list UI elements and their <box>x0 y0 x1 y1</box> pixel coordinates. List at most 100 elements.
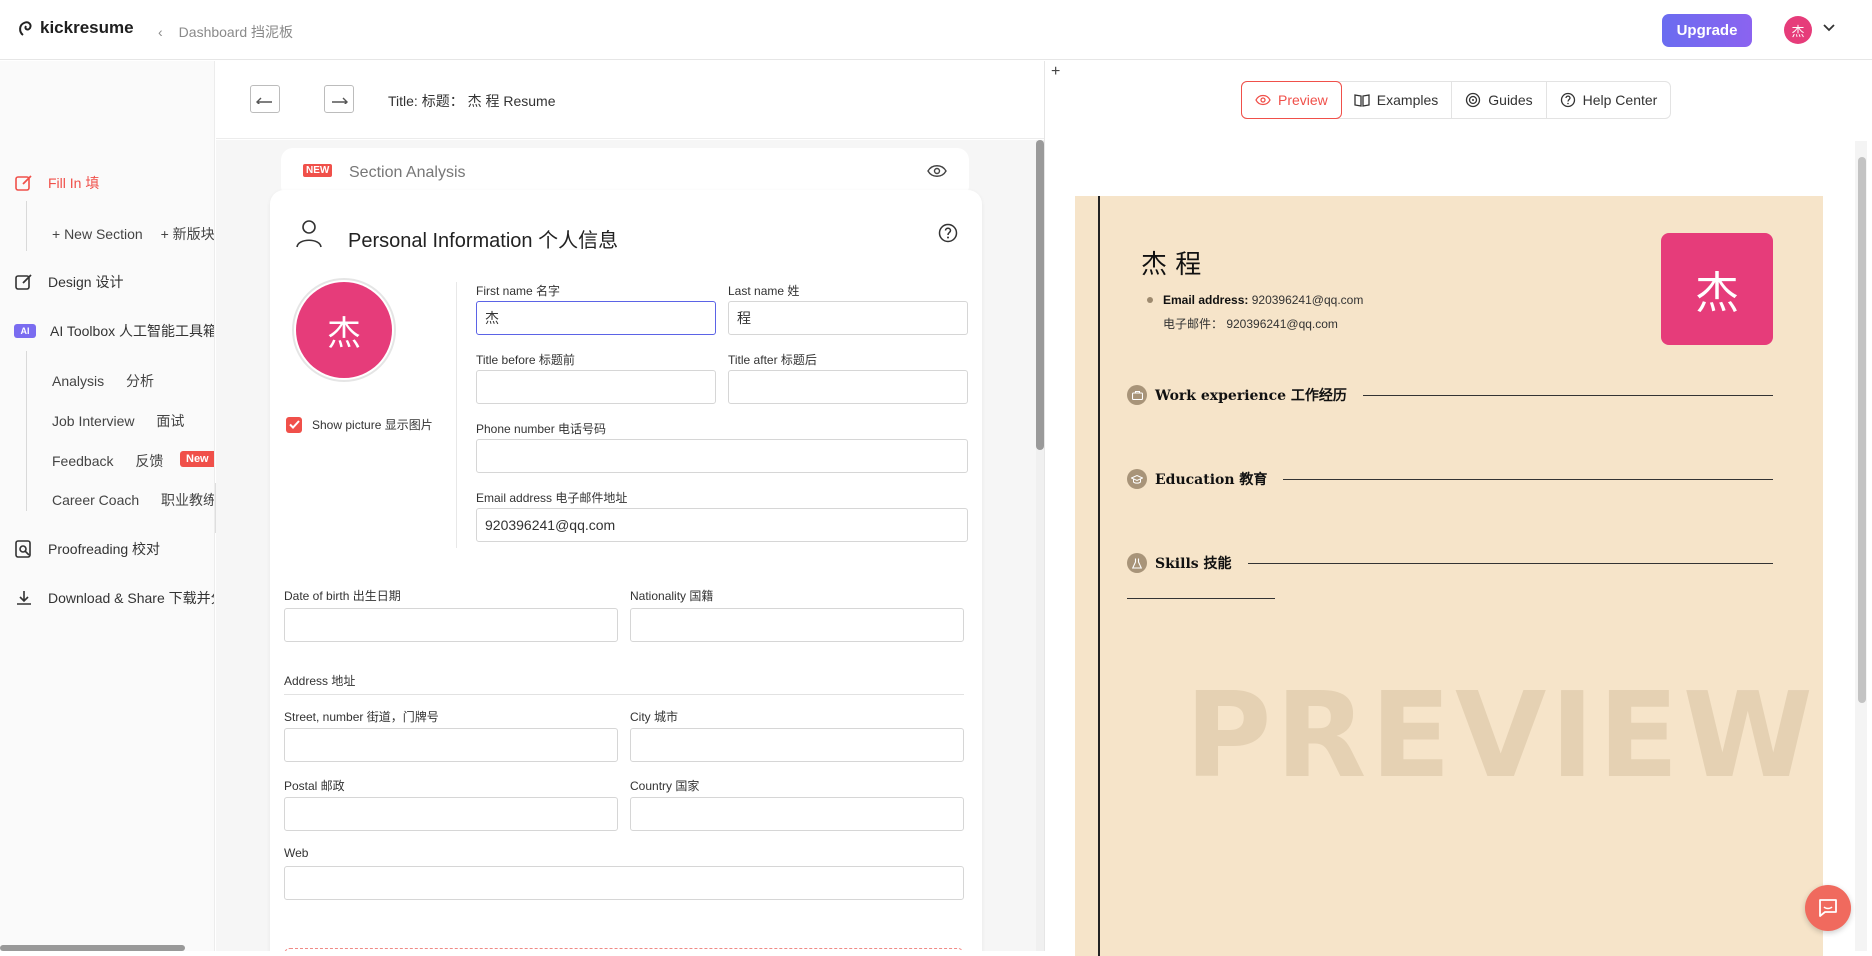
show-picture-checkbox[interactable]: Show picture 显示图片 <box>286 416 433 433</box>
profile-photo[interactable]: 杰 <box>292 278 396 382</box>
career-coach-label: Career Coach <box>52 492 140 508</box>
tab-label: Guides <box>1488 92 1533 108</box>
section-title: Education 教育 <box>1155 472 1268 488</box>
new-section-label: + New Section <box>52 226 143 242</box>
phone-label: Phone number 电话号码 <box>476 422 607 436</box>
card-title: Personal Information 个人信息 <box>348 230 619 252</box>
eye-icon <box>1255 94 1271 106</box>
sidebar-item-new-section[interactable]: + New Section + 新版块 <box>52 224 215 244</box>
country-field[interactable] <box>630 797 964 831</box>
resume-title[interactable]: Title: 标题： 杰 程 Resume <box>388 91 556 111</box>
section-analysis-label: Section Analysis <box>349 164 466 181</box>
sidebar-item-job-interview[interactable]: Job Interview 面试 <box>52 411 184 431</box>
chat-button[interactable] <box>1805 885 1851 931</box>
undo-button[interactable] <box>250 85 280 113</box>
show-picture-label: Show picture 显示图片 <box>312 418 433 432</box>
sidebar-item-design[interactable]: Design 设计 <box>14 272 123 292</box>
tab-preview[interactable]: Preview <box>1241 81 1342 119</box>
sidebar-item-fill-in[interactable]: Fill In 填 <box>14 173 99 193</box>
city-field[interactable] <box>630 728 964 762</box>
postal-field[interactable] <box>284 797 618 831</box>
ai-badge: AI <box>14 324 36 338</box>
tab-examples[interactable]: Examples <box>1341 82 1453 118</box>
resume-vertical-line <box>1098 196 1100 956</box>
last-name-field[interactable]: 程 <box>728 301 968 335</box>
help-icon[interactable] <box>938 223 958 243</box>
city-label: City 城市 <box>630 710 679 724</box>
breadcrumb-dashboard[interactable]: Dashboard 挡泥板 <box>179 22 293 42</box>
redo-button[interactable] <box>324 85 354 113</box>
chevron-down-icon[interactable] <box>1822 20 1836 34</box>
download-icon <box>17 591 31 605</box>
street-field[interactable] <box>284 728 618 762</box>
sidebar-item-career-coach[interactable]: Career Coach 职业教练 <box>52 490 214 510</box>
sidebar-item-analysis[interactable]: Analysis 分析 <box>52 371 154 391</box>
sidebar-item-download[interactable]: Download & Share 下载并分享 <box>14 588 214 608</box>
resume-email-label: Email address: <box>1163 293 1249 307</box>
title-after-field[interactable] <box>728 370 968 404</box>
sidebar-item-feedback[interactable]: Feedback 反馈 <box>52 451 163 471</box>
section-rule <box>1362 394 1773 396</box>
undo-icon <box>256 97 272 104</box>
upgrade-button[interactable]: Upgrade <box>1662 14 1752 47</box>
personal-information-card: Personal Information 个人信息 杰 Show picture… <box>270 190 982 951</box>
breadcrumb[interactable]: ‹ Dashboard 挡泥板 <box>158 22 293 42</box>
country-label: Country 国家 <box>630 779 700 793</box>
logo[interactable]: kickresume <box>18 18 134 38</box>
postal-label: Postal 邮政 <box>284 779 345 793</box>
eye-icon[interactable] <box>927 164 947 178</box>
tab-help-center[interactable]: Help Center <box>1547 82 1671 118</box>
web-field[interactable] <box>284 866 964 900</box>
sidebar-scrollbar[interactable] <box>0 945 185 951</box>
tab-label: Preview <box>1278 92 1328 108</box>
feedback-label: Feedback <box>52 453 114 469</box>
first-name-label: First name 名字 <box>476 284 561 298</box>
sidebar-item-ai-toolbox[interactable]: AI AI Toolbox 人工智能工具箱 <box>14 321 214 341</box>
preview-watermark: PREVIEW <box>1185 666 1817 804</box>
section-title: Work experience 工作经历 <box>1155 388 1347 404</box>
resume-photo: 杰 <box>1661 233 1773 345</box>
plus-icon[interactable]: + <box>1051 63 1060 81</box>
new-section-cn-label: + 新版块 <box>160 226 215 242</box>
sidebar-item-label: Proofreading 校对 <box>48 541 161 557</box>
preview-scrollbar[interactable] <box>1858 157 1866 703</box>
job-interview-label: Job Interview <box>52 413 135 429</box>
section-rule <box>1247 562 1773 564</box>
title-before-label: Title before 标题前 <box>476 353 575 367</box>
logo-icon <box>19 21 32 36</box>
phone-field[interactable] <box>476 439 968 473</box>
email-field[interactable]: 920396241@qq.com <box>476 508 968 542</box>
edit-icon <box>15 274 32 290</box>
person-icon <box>296 220 322 248</box>
dob-field[interactable] <box>284 608 618 642</box>
tab-label: Help Center <box>1582 92 1658 108</box>
resume-preview[interactable]: 杰 程 Email address: 920396241@qq.com 电子邮件… <box>1075 196 1823 956</box>
user-avatar[interactable]: 杰 <box>1784 16 1812 44</box>
new-badge: New <box>180 451 214 467</box>
title-after-label: Title after 标题后 <box>728 353 817 367</box>
email-label: Email address 电子邮件地址 <box>476 491 628 505</box>
section-rule <box>1283 478 1773 480</box>
resume-section-education: Education 教育 <box>1127 468 1773 490</box>
last-name-label: Last name 姓 <box>728 284 800 298</box>
address-header: Address 地址 <box>284 674 356 688</box>
dob-label: Date of birth 出生日期 <box>284 589 401 603</box>
preview-tabs: Preview Examples Guides Help Center <box>1241 81 1672 119</box>
nationality-label: Nationality 国籍 <box>630 589 714 603</box>
chevron-left-icon: ‹ <box>158 24 163 40</box>
title-before-field[interactable] <box>476 370 716 404</box>
preview-panel: + Preview Examples Guides Help Center 杰 … <box>1044 61 1872 956</box>
book-icon <box>1354 94 1370 107</box>
resume-email-cn: 电子邮件： 920396241@qq.com <box>1163 317 1338 331</box>
analysis-label: Analysis <box>52 373 105 389</box>
editor-scrollbar[interactable] <box>1036 140 1044 450</box>
tab-guides[interactable]: Guides <box>1452 82 1547 118</box>
target-icon <box>1466 92 1481 108</box>
checkbox-checked-icon[interactable] <box>286 416 302 433</box>
first-name-field[interactable]: 杰 <box>476 301 716 335</box>
nationality-field[interactable] <box>630 608 964 642</box>
job-interview-cn-label: 面试 <box>156 413 185 429</box>
search-document-icon <box>15 540 31 558</box>
briefcase-icon <box>1127 385 1147 405</box>
sidebar-item-proofreading[interactable]: Proofreading 校对 <box>14 539 160 559</box>
